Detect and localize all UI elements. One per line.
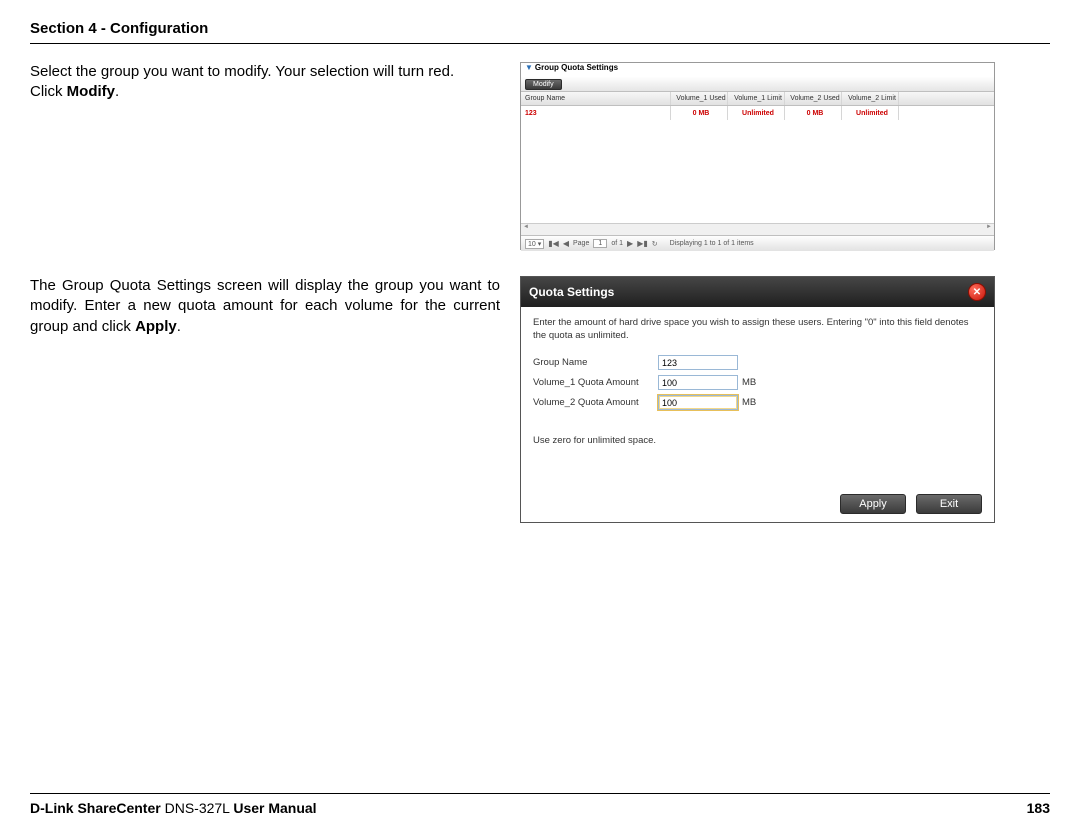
footer-suffix: User Manual xyxy=(233,800,316,816)
form-row-v1: Volume_1 Quota Amount MB xyxy=(533,373,982,393)
grid-body: 123 0 MB Unlimited 0 MB Unlimited xyxy=(521,106,994,223)
form-row-v2: Volume_2 Quota Amount MB xyxy=(533,393,982,413)
cell-v2l: Unlimited xyxy=(842,106,899,120)
group-quota-grid-panel: ▼Group Quota Settings Modify Group Name … xyxy=(520,62,995,250)
v1-quota-label: Volume_1 Quota Amount xyxy=(533,377,658,388)
section-header: Section 4 - Configuration xyxy=(30,20,1050,37)
text-bold: Apply xyxy=(135,318,177,335)
dialog-button-bar: Apply Exit xyxy=(533,494,982,514)
block-2-screenshot: Quota Settings ✕ Enter the amount of har… xyxy=(520,276,1005,523)
block-2-description: The Group Quota Settings screen will dis… xyxy=(30,276,500,523)
page-footer: D-Link ShareCenter DNS-327L User Manual … xyxy=(30,793,1050,816)
footer-row: D-Link ShareCenter DNS-327L User Manual … xyxy=(30,800,1050,816)
page-number: 183 xyxy=(1027,800,1050,816)
triangle-down-icon: ▼ xyxy=(525,63,533,72)
header-rule xyxy=(30,43,1050,44)
cell-v1l: Unlimited xyxy=(728,106,785,120)
block-1-description: Select the group you want to modify. You… xyxy=(30,62,500,250)
horizontal-scrollbar[interactable] xyxy=(521,223,994,235)
footer-title: D-Link ShareCenter DNS-327L User Manual xyxy=(30,800,317,816)
text: . xyxy=(177,318,181,335)
unit-label: MB xyxy=(742,377,756,388)
v2-quota-input[interactable] xyxy=(658,395,738,410)
grid-title: Group Quota Settings xyxy=(535,63,618,72)
dialog-header: Quota Settings ✕ xyxy=(521,277,994,307)
apply-button[interactable]: Apply xyxy=(840,494,906,514)
form-row-group: Group Name xyxy=(533,353,982,373)
text: Click xyxy=(30,83,67,100)
text: . xyxy=(115,83,119,100)
block-1: Select the group you want to modify. You… xyxy=(30,62,1050,250)
dialog-title: Quota Settings xyxy=(529,285,614,299)
desc-line: Select the group you want to modify. You… xyxy=(30,62,500,82)
pager-refresh-icon[interactable]: ↻ xyxy=(652,240,658,248)
desc-para: The Group Quota Settings screen will dis… xyxy=(30,276,500,337)
table-row[interactable]: 123 0 MB Unlimited 0 MB Unlimited xyxy=(521,106,994,120)
close-icon[interactable]: ✕ xyxy=(968,283,986,301)
col-v2-used: Volume_2 Used xyxy=(785,92,842,105)
footer-model: DNS-327L xyxy=(161,800,234,816)
desc-line: Click Modify. xyxy=(30,82,500,102)
v1-quota-input[interactable] xyxy=(658,375,738,390)
text: The Group Quota Settings screen will dis… xyxy=(30,277,500,335)
col-v1-limit: Volume_1 Limit xyxy=(728,92,785,105)
footer-brand: D-Link ShareCenter xyxy=(30,800,161,816)
group-name-label: Group Name xyxy=(533,357,658,368)
cell-v2u: 0 MB xyxy=(785,106,842,120)
col-v2-limit: Volume_2 Limit xyxy=(842,92,899,105)
pager-page-input[interactable]: 1 xyxy=(593,239,607,248)
pager-page-label: Page xyxy=(573,240,589,247)
grid-header: Group Name Volume_1 Used Volume_1 Limit … xyxy=(521,92,994,106)
dialog-instructions: Enter the amount of hard drive space you… xyxy=(533,317,982,343)
v2-quota-label: Volume_2 Quota Amount xyxy=(533,397,658,408)
pager-of-label: of 1 xyxy=(611,240,623,247)
cell-v1u: 0 MB xyxy=(671,106,728,120)
text-bold: Modify xyxy=(67,83,115,100)
dialog-body: Enter the amount of hard drive space you… xyxy=(521,307,994,522)
group-name-input[interactable] xyxy=(658,355,738,370)
grid-title-bar: ▼Group Quota Settings xyxy=(521,63,994,77)
pager-next-icon[interactable]: ▶ xyxy=(627,239,633,248)
unit-label: MB xyxy=(742,397,756,408)
pager-info: Displaying 1 to 1 of 1 items xyxy=(670,240,754,247)
quota-settings-dialog: Quota Settings ✕ Enter the amount of har… xyxy=(520,276,995,523)
block-1-screenshot: ▼Group Quota Settings Modify Group Name … xyxy=(520,62,1005,250)
grid-toolbar: Modify xyxy=(521,77,994,92)
col-group-name: Group Name xyxy=(521,92,671,105)
page-size-select[interactable]: 10 ▾ xyxy=(525,239,544,249)
pager-first-icon[interactable]: ▮◀ xyxy=(548,239,559,248)
block-2: The Group Quota Settings screen will dis… xyxy=(30,276,1050,523)
footer-rule xyxy=(30,793,1050,794)
pager-last-icon[interactable]: ▶▮ xyxy=(637,239,648,248)
modify-button[interactable]: Modify xyxy=(525,79,562,90)
col-v1-used: Volume_1 Used xyxy=(671,92,728,105)
dialog-note: Use zero for unlimited space. xyxy=(533,435,982,446)
pager-prev-icon[interactable]: ◀ xyxy=(563,239,569,248)
grid-pager: 10 ▾ ▮◀ ◀ Page 1 of 1 ▶ ▶▮ ↻ Displaying … xyxy=(521,235,994,251)
exit-button[interactable]: Exit xyxy=(916,494,982,514)
cell-name: 123 xyxy=(521,106,671,120)
